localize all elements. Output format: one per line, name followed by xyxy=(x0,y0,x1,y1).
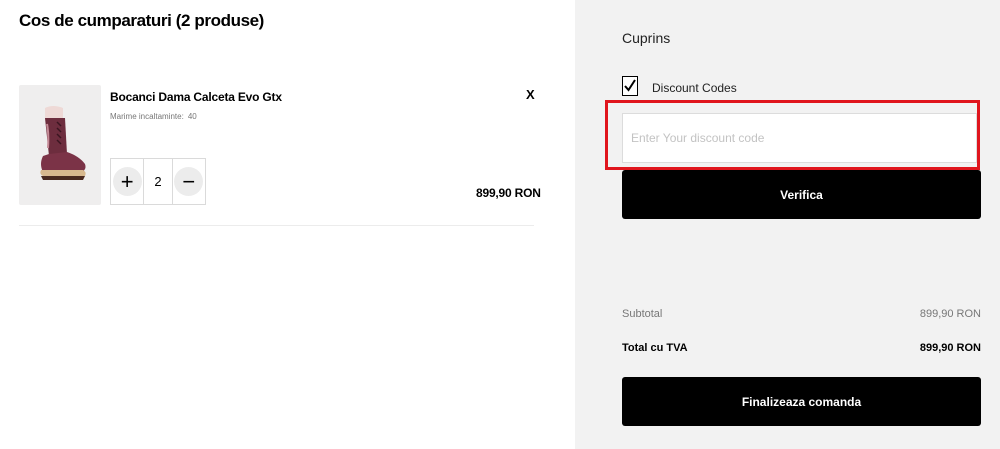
checkmark-icon xyxy=(624,79,636,92)
total-row: Total cu TVA 899,90 RON xyxy=(622,342,981,354)
summary-title: Cuprins xyxy=(622,30,671,46)
order-summary-panel: Cuprins Discount Codes Verifica Subtotal… xyxy=(575,0,1000,449)
checkout-button[interactable]: Finalizeaza comanda xyxy=(622,377,981,426)
subtotal-row: Subtotal 899,90 RON xyxy=(622,308,981,320)
discount-codes-label[interactable]: Discount Codes xyxy=(652,81,737,95)
decrease-quantity-button[interactable]: − xyxy=(173,159,205,204)
plus-icon: + xyxy=(112,167,142,196)
minus-icon: − xyxy=(174,167,204,196)
highlight-box xyxy=(605,100,980,170)
size-label: Marime incaltaminte: xyxy=(110,112,184,121)
divider xyxy=(19,225,534,226)
product-price: 899,90 RON xyxy=(476,186,541,200)
increase-quantity-button[interactable]: + xyxy=(111,159,143,204)
boot-image-icon xyxy=(40,106,86,180)
product-name[interactable]: Bocanci Dama Calceta Evo Gtx xyxy=(110,90,282,104)
verify-button[interactable]: Verifica xyxy=(622,170,981,219)
subtotal-value: 899,90 RON xyxy=(919,308,981,320)
total-label: Total cu TVA xyxy=(622,342,688,354)
remove-item-button[interactable]: X xyxy=(526,87,535,102)
product-image[interactable] xyxy=(19,85,101,205)
quantity-value[interactable]: 2 xyxy=(143,159,173,204)
cart-panel: Cos de cumparaturi (2 produse) Bocanci D… xyxy=(0,0,575,449)
subtotal-label: Subtotal xyxy=(622,308,663,320)
total-value: 899,90 RON xyxy=(919,342,981,354)
cart-title: Cos de cumparaturi (2 produse) xyxy=(19,11,264,30)
product-size: Marime incaltaminte: 40 xyxy=(110,112,201,121)
quantity-stepper: + 2 − xyxy=(110,158,206,205)
discount-codes-checkbox[interactable] xyxy=(622,76,638,96)
size-value: 40 xyxy=(187,112,197,121)
